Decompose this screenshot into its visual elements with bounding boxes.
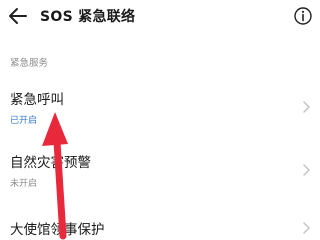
chevron-right-icon bbox=[303, 222, 310, 234]
header-bar: SOS 紧急联络 bbox=[0, 0, 320, 36]
status-text: 已开启 bbox=[10, 116, 38, 126]
chevron-right-icon bbox=[303, 164, 310, 176]
back-button[interactable] bbox=[6, 5, 30, 27]
list-item-label: 紧急呼叫 bbox=[10, 92, 64, 108]
list-item-label: 自然灾害预警 bbox=[10, 155, 91, 171]
section-label: 紧急服务 bbox=[10, 58, 49, 69]
back-arrow-icon bbox=[9, 8, 27, 24]
list-item-emergency-call[interactable]: 紧急呼叫 已开启 bbox=[0, 82, 320, 130]
list-item-embassy-protection[interactable]: 大使馆领事保护 bbox=[0, 212, 320, 240]
status-text: 未开启 bbox=[10, 179, 38, 189]
info-button[interactable] bbox=[293, 6, 313, 26]
list-item-label: 大使馆领事保护 bbox=[10, 222, 105, 238]
page-title: SOS 紧急联络 bbox=[40, 9, 136, 25]
list-item-disaster-warning[interactable]: 自然灾害预警 未开启 bbox=[0, 145, 320, 193]
info-icon bbox=[294, 7, 312, 25]
chevron-right-icon bbox=[303, 101, 310, 113]
